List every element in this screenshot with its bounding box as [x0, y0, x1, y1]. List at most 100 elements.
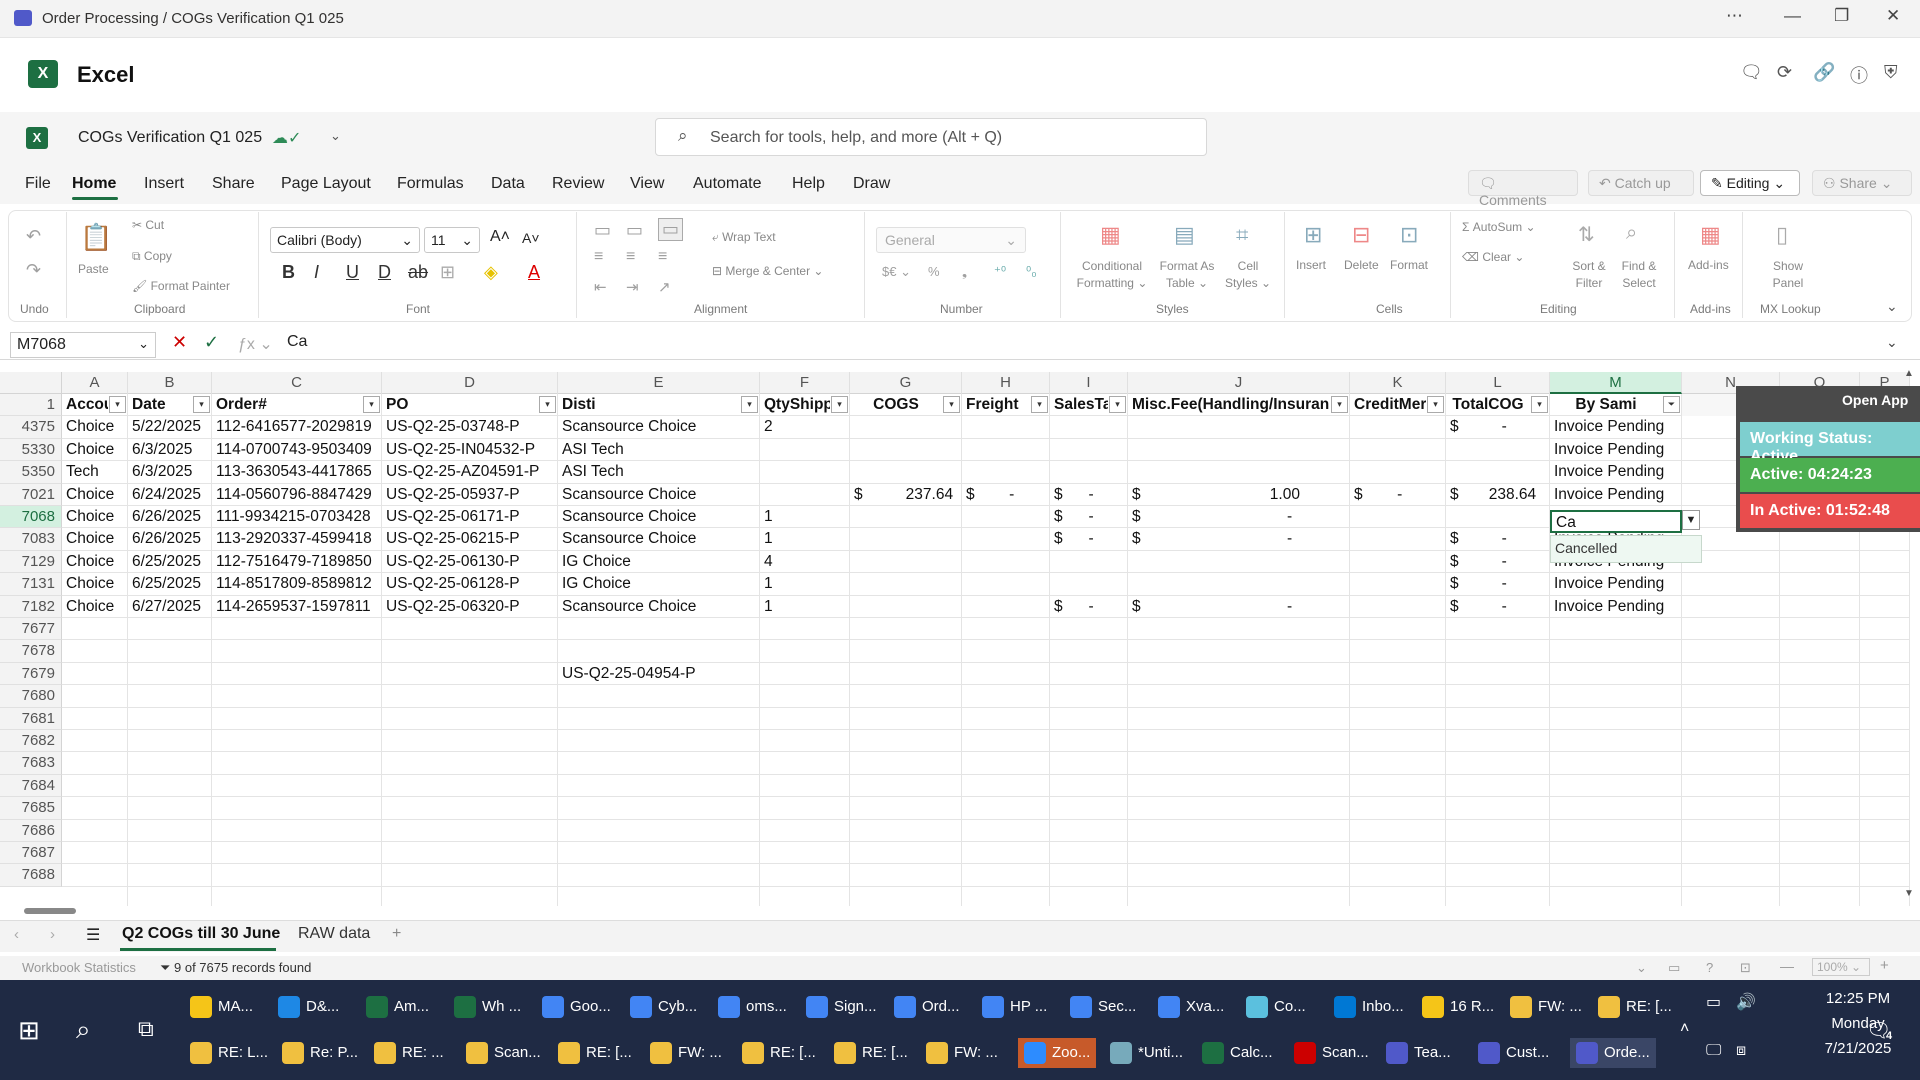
taskbar-app[interactable]: Sec...	[1070, 996, 1136, 1018]
dropdown-arrow-icon[interactable]: ▼	[1682, 510, 1700, 530]
format-as-table-button[interactable]: Format As Table ⌄	[1152, 258, 1222, 292]
cell-i[interactable]: $ -	[1050, 596, 1128, 618]
scroll-down-icon[interactable]: ▼	[1904, 888, 1914, 899]
merge-center-button[interactable]: ⊟ Merge & Center ⌄	[712, 264, 823, 278]
cell-c[interactable]	[212, 708, 382, 730]
cell-g[interactable]	[850, 730, 962, 752]
cell-i[interactable]	[1050, 864, 1128, 886]
header-cell-h[interactable]: Freight	[962, 394, 1030, 416]
cell-i[interactable]	[1050, 573, 1128, 595]
search-taskbar-icon[interactable]: ⌕	[76, 1014, 91, 1046]
taskbar-app[interactable]: Wh ...	[454, 996, 521, 1018]
cell-m[interactable]: Invoice Pending	[1550, 439, 1682, 461]
cell-k[interactable]	[1350, 842, 1446, 864]
cell-j[interactable]: $ -	[1128, 528, 1350, 550]
decrease-indent-icon[interactable]: ⇤	[594, 278, 607, 296]
filter-dropdown-icon[interactable]: ▾	[943, 396, 960, 413]
taskbar-app[interactable]: *Unti...	[1110, 1042, 1183, 1064]
cell-e[interactable]	[558, 640, 760, 662]
cell-styles-icon[interactable]: ⌗	[1236, 222, 1248, 248]
cell-e[interactable]: IG Choice	[558, 573, 760, 595]
column-header-c[interactable]: C	[212, 372, 382, 394]
column-header-j[interactable]: J	[1128, 372, 1350, 394]
row-header[interactable]: 7687	[0, 842, 62, 865]
cell-d[interactable]	[382, 708, 558, 730]
cell-j[interactable]	[1128, 551, 1350, 573]
currency-icon[interactable]: $€ ⌄	[882, 264, 911, 280]
cell-j[interactable]	[1128, 685, 1350, 707]
align-left-icon[interactable]: ≡	[594, 248, 603, 266]
menu-insert[interactable]: Insert	[144, 175, 184, 193]
increase-indent-icon[interactable]: ⇥	[626, 278, 639, 296]
cell-e[interactable]	[558, 708, 760, 730]
cell-a[interactable]: Choice	[62, 551, 128, 573]
menu-formulas[interactable]: Formulas	[397, 175, 464, 193]
cell-f[interactable]	[760, 820, 850, 842]
cell-h[interactable]	[962, 551, 1050, 573]
cell-d[interactable]	[382, 797, 558, 819]
cell-a[interactable]	[62, 663, 128, 685]
cell-d[interactable]: US-Q2-25-06215-P	[382, 528, 558, 550]
search-box[interactable]: ⌕ Search for tools, help, and more (Alt …	[655, 118, 1207, 156]
cell-f[interactable]	[760, 775, 850, 797]
column-header-d[interactable]: D	[382, 372, 558, 394]
align-middle-icon[interactable]: ▭	[626, 220, 643, 241]
taskbar-app[interactable]: FW: ...	[1510, 996, 1582, 1018]
cell-h[interactable]	[962, 797, 1050, 819]
cell-c[interactable]	[212, 640, 382, 662]
prev-sheet-icon[interactable]: ‹	[14, 926, 19, 943]
header-cell-j[interactable]: Misc.Fee(Handling/Insuran	[1128, 394, 1330, 416]
cell-k[interactable]: $ -	[1350, 484, 1446, 506]
cell-f[interactable]	[760, 685, 850, 707]
cell-g[interactable]	[850, 439, 962, 461]
cell-f[interactable]	[760, 842, 850, 864]
cell-a[interactable]	[62, 797, 128, 819]
taskbar-app[interactable]: Cust...	[1478, 1042, 1549, 1064]
cell-g[interactable]	[850, 528, 962, 550]
filter-dropdown-icon[interactable]: ▾	[741, 396, 758, 413]
link-icon[interactable]: 🔗	[1813, 62, 1835, 83]
cell-c[interactable]	[212, 820, 382, 842]
network-icon[interactable]: 🖵	[1706, 1042, 1721, 1060]
formula-input[interactable]: Ca	[287, 333, 307, 351]
cell-b[interactable]: 5/22/2025	[128, 416, 212, 438]
row-header[interactable]: 7688	[0, 864, 62, 887]
fill-color-icon[interactable]: ◈	[484, 262, 498, 283]
align-center-icon[interactable]: ≡	[626, 248, 635, 266]
filter-dropdown-icon[interactable]: ▾	[831, 396, 848, 413]
cell-b[interactable]	[128, 618, 212, 640]
cell-a[interactable]	[62, 730, 128, 752]
active-cell-editor[interactable]: Ca	[1550, 510, 1682, 533]
cell-k[interactable]	[1350, 596, 1446, 618]
cell-c[interactable]: 113-2920337-4599418	[212, 528, 382, 550]
cell-g[interactable]	[850, 416, 962, 438]
cell-e[interactable]: US-Q2-25-04954-P	[558, 663, 760, 685]
cell-c[interactable]: 114-0700743-9503409	[212, 439, 382, 461]
cell-d[interactable]	[382, 618, 558, 640]
sheet-tab-q2-cogs[interactable]: Q2 COGs till 30 June	[122, 925, 280, 943]
insert-function-icon[interactable]: ƒx ⌄	[238, 334, 273, 354]
cell-l[interactable]: $ -	[1446, 528, 1550, 550]
zoom-out-icon[interactable]: —	[1780, 958, 1794, 974]
header-cell-g[interactable]: COGS	[850, 394, 942, 416]
cell-l[interactable]	[1446, 820, 1550, 842]
taskbar-app[interactable]: 16 R...	[1422, 996, 1494, 1018]
align-top-icon[interactable]: ▭	[594, 220, 611, 241]
cell-m[interactable]	[1550, 775, 1682, 797]
header-cell-c[interactable]: Order#	[212, 394, 362, 416]
row-header[interactable]: 7677	[0, 618, 62, 641]
cell-a[interactable]	[62, 820, 128, 842]
wrap-text-button[interactable]: ⤶ Wrap Text	[712, 230, 776, 245]
cell-f[interactable]	[760, 439, 850, 461]
comments-button[interactable]: 🗨 Comments	[1468, 170, 1578, 208]
cell-f[interactable]: 1	[760, 573, 850, 595]
document-name[interactable]: COGs Verification Q1 025	[78, 129, 262, 147]
taskbar-app[interactable]: Scan...	[466, 1042, 541, 1064]
cell-m[interactable]	[1550, 820, 1682, 842]
taskbar-app[interactable]: Inbo...	[1334, 996, 1404, 1018]
cell-e[interactable]	[558, 618, 760, 640]
paste-label[interactable]: Paste	[78, 262, 109, 276]
column-header-l[interactable]: L	[1446, 372, 1550, 394]
cell-d[interactable]: US-Q2-25-06171-P	[382, 506, 558, 528]
cell-h[interactable]	[962, 663, 1050, 685]
